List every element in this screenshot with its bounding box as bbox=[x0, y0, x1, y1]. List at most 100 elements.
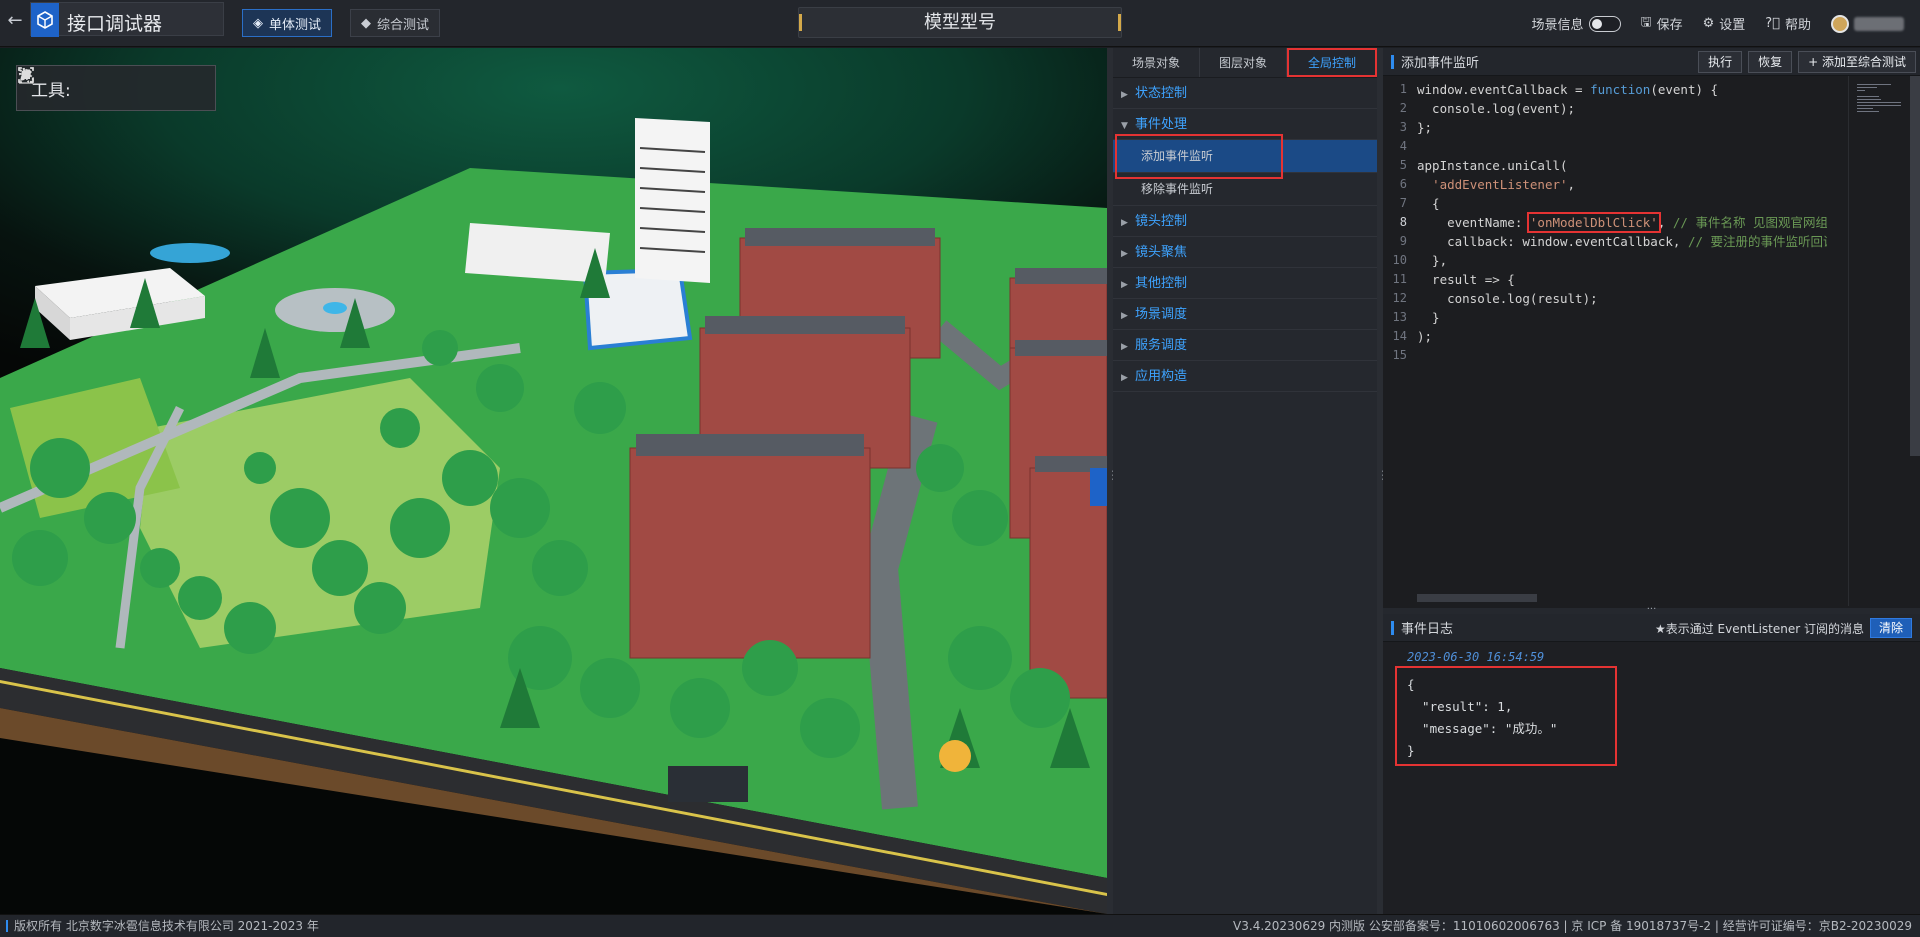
line-number: 6 bbox=[1399, 177, 1407, 191]
single-test-label: 单体测试 bbox=[269, 17, 322, 33]
header-accent-bar bbox=[1391, 620, 1394, 635]
tree-item-state-control[interactable]: ▶ 状态控制 bbox=[1113, 78, 1377, 109]
tree-sub-remove-event-listener[interactable]: 移除事件监听 bbox=[1113, 173, 1377, 206]
line-number: 1 bbox=[1399, 82, 1407, 96]
cube-logo-icon bbox=[31, 3, 59, 37]
footer-version: V3.4.20230629 内测版 公安部备案号：11010602006763 … bbox=[1233, 919, 1912, 933]
header-accent-bar bbox=[1391, 54, 1394, 69]
code-editor-panel: 添加事件监听 执行 恢复 + 添加至综合测试 1 2 3 4 5 6 7 8 9 10 11 12 13… bbox=[1383, 48, 1920, 608]
log-header: 事件日志 ★表示通过 EventListener 订阅的消息 清除 bbox=[1383, 614, 1920, 642]
tree-item-label: 事件处理 bbox=[1135, 117, 1188, 132]
tree-sub-label: 添加事件监听 bbox=[1114, 134, 1284, 179]
log-line: "message": "成功。" bbox=[1407, 721, 1558, 736]
tree-item-camera-control[interactable]: ▶ 镜头控制 bbox=[1113, 206, 1377, 237]
code-comment: // 要注册的事件监听回调 bbox=[1687, 234, 1827, 249]
horizontal-scrollbar[interactable] bbox=[1417, 594, 1537, 602]
footer-accent-bar bbox=[6, 920, 8, 932]
tab-layer-objects[interactable]: 图层对象 bbox=[1200, 48, 1287, 77]
combined-test-button[interactable]: ◆ 综合测试 bbox=[350, 9, 441, 37]
avatar bbox=[1831, 14, 1849, 33]
code-line: ); bbox=[1417, 329, 1433, 344]
tab-scene-objects[interactable]: 场景对象 bbox=[1113, 48, 1200, 77]
code-line: appInstance.uniCall( bbox=[1417, 158, 1568, 173]
reset-button[interactable]: 恢复 bbox=[1748, 51, 1793, 73]
clear-log-button[interactable]: 清除 bbox=[1869, 618, 1912, 638]
add-to-combined-button[interactable]: + 添加至综合测试 bbox=[1798, 51, 1916, 73]
log-note: ★表示通过 EventListener 订阅的消息 bbox=[1654, 622, 1864, 636]
tree-sub-add-event-listener[interactable]: 添加事件监听 bbox=[1113, 134, 1377, 179]
layers-icon: ◆ bbox=[361, 15, 371, 31]
line-number: 5 bbox=[1399, 158, 1407, 172]
line-number: 8 bbox=[1399, 215, 1407, 229]
code-comment: // 事件名称 见图观官网组 bbox=[1672, 215, 1827, 230]
gears-icon[interactable] bbox=[18, 67, 195, 98]
single-test-button[interactable]: ◈ 单体测试 bbox=[242, 9, 333, 37]
line-number: 14 bbox=[1392, 329, 1407, 343]
frame-select-icon[interactable] bbox=[18, 67, 135, 98]
campus-scene-render bbox=[0, 118, 1107, 914]
save-button[interactable]: 🖫 保存 bbox=[1641, 13, 1683, 35]
footer-copyright: 版权所有 北京数字冰雹信息技术有限公司 2021-2023 年 bbox=[14, 919, 319, 933]
location-pick-icon[interactable] bbox=[18, 67, 105, 98]
chevron-right-icon: ▶ bbox=[1121, 249, 1128, 259]
log-line: } bbox=[1407, 743, 1415, 758]
log-line: { bbox=[1407, 677, 1415, 692]
event-name-value: 'onModelDblClick' bbox=[1526, 212, 1661, 233]
settings-button[interactable]: ⚙ 设置 bbox=[1703, 14, 1746, 33]
line-number: 4 bbox=[1399, 139, 1407, 153]
line-number: 2 bbox=[1399, 101, 1407, 115]
run-button[interactable]: 执行 bbox=[1698, 51, 1743, 73]
back-arrow-icon[interactable]: ← bbox=[4, 10, 26, 32]
api-tree-panel: 场景对象 图层对象 全局控制 ▶ 状态控制 ▼ 事件处理 添加事件监听 移除事件监听… bbox=[1113, 48, 1377, 914]
chevron-down-icon: ▼ bbox=[1121, 121, 1128, 131]
code-line: }, bbox=[1417, 253, 1448, 268]
vertical-scrollbar[interactable] bbox=[1910, 76, 1920, 456]
line-number: 12 bbox=[1392, 291, 1407, 305]
chevron-right-icon: ▶ bbox=[1121, 342, 1128, 352]
code-line: callback: window.eventCallback, // 要注册的事… bbox=[1417, 232, 1827, 251]
tree-item-event-handling[interactable]: ▼ 事件处理 bbox=[1113, 109, 1377, 140]
chevron-right-icon: ▶ bbox=[1121, 373, 1128, 383]
line-number: 15 bbox=[1392, 348, 1407, 362]
code-minimap[interactable] bbox=[1848, 76, 1912, 606]
tree-item-label: 镜头聚焦 bbox=[1135, 245, 1188, 260]
scene-viewport[interactable]: 工具: bbox=[0, 48, 1107, 914]
footer: 版权所有 北京数字冰雹信息技术有限公司 2021-2023 年 V3.4.202… bbox=[0, 914, 1920, 937]
tree-item-other-control[interactable]: ▶ 其他控制 bbox=[1113, 268, 1377, 299]
log-timestamp: 2023-06-30 16:54:59 bbox=[1407, 650, 1545, 664]
code-line: } bbox=[1417, 310, 1440, 325]
tree-item-scene-dispatch[interactable]: ▶ 场景调度 bbox=[1113, 299, 1377, 330]
pencil-icon[interactable] bbox=[19, 69, 165, 98]
chevron-right-icon: ▶ bbox=[1121, 90, 1128, 100]
editor-title: 添加事件监听 bbox=[1401, 56, 1480, 71]
code-line: console.log(event); bbox=[1417, 101, 1576, 116]
top-right-actions: 场景信息 🖫 保存 ⚙ 设置 ?⃝ 帮助 bbox=[1532, 0, 1920, 47]
code-line: eventName: 'onModelDblClick', // 事件名称 见图… bbox=[1417, 212, 1827, 233]
tab-global-control[interactable]: 全局控制 bbox=[1287, 48, 1377, 77]
user-menu[interactable] bbox=[1831, 14, 1904, 33]
add-to-combined-label: 添加至综合测试 bbox=[1821, 55, 1906, 69]
save-label: 保存 bbox=[1656, 18, 1683, 33]
code-line: result => { bbox=[1417, 272, 1515, 287]
help-button[interactable]: ?⃝ 帮助 bbox=[1765, 14, 1811, 33]
log-entry: { "result": 1, "message": "成功。" } bbox=[1395, 666, 1617, 766]
tree-item-service-dispatch[interactable]: ▶ 服务调度 bbox=[1113, 330, 1377, 361]
tree-item-label: 状态控制 bbox=[1135, 86, 1188, 101]
event-log-panel: 事件日志 ★表示通过 EventListener 订阅的消息 清除 2023-0… bbox=[1383, 614, 1920, 914]
user-name-blurred bbox=[1854, 16, 1904, 31]
code-area[interactable]: 1 2 3 4 5 6 7 8 9 10 11 12 13 14 15 window.eventCallba… bbox=[1383, 76, 1920, 608]
code-line: console.log(result); bbox=[1417, 291, 1598, 306]
line-number: 13 bbox=[1392, 310, 1407, 324]
app-title: 接口调试器 bbox=[67, 13, 163, 35]
code-content[interactable]: window.eventCallback = function(event) {… bbox=[1417, 80, 1827, 365]
tree-item-camera-focus[interactable]: ▶ 镜头聚焦 bbox=[1113, 237, 1377, 268]
log-title: 事件日志 bbox=[1401, 622, 1454, 637]
scene-info-toggle[interactable]: 场景信息 bbox=[1532, 14, 1621, 33]
line-number: 9 bbox=[1399, 234, 1407, 248]
toggle-switch[interactable] bbox=[1588, 15, 1621, 32]
model-title: 模型型号 bbox=[798, 7, 1122, 38]
tree-item-app-construct[interactable]: ▶ 应用构造 bbox=[1113, 361, 1377, 392]
code-line: { bbox=[1417, 196, 1440, 211]
